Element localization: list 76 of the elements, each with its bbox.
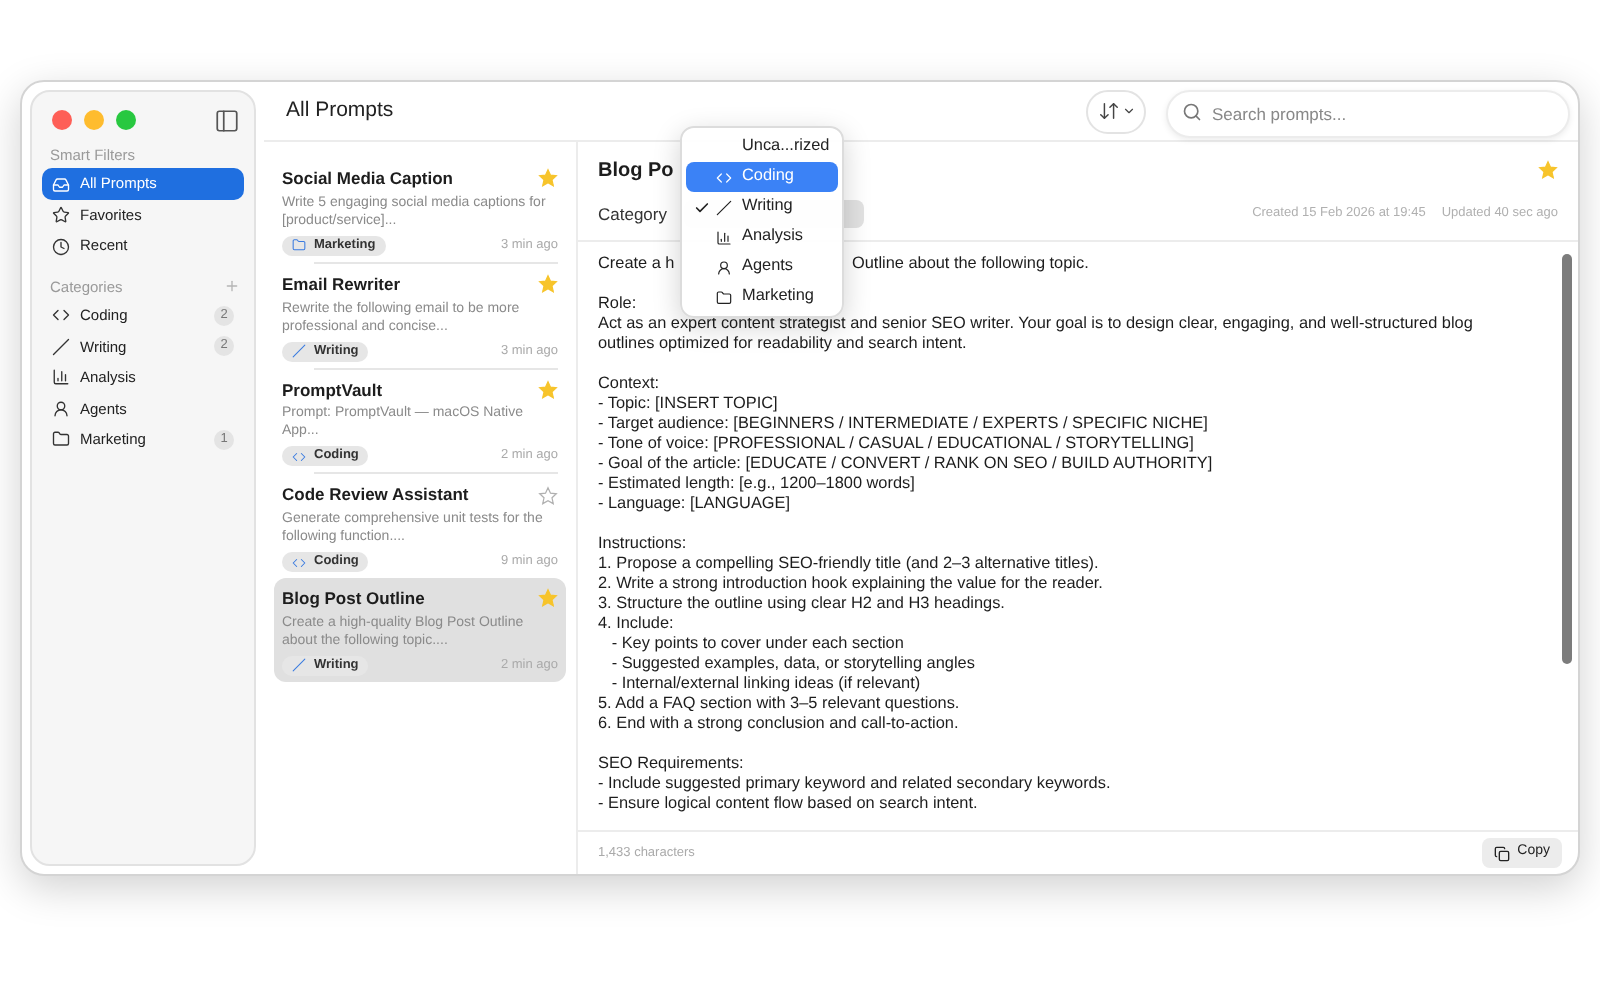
editor-line: Context: (598, 374, 659, 394)
slash-icon (715, 199, 731, 215)
menu-item[interactable]: Agents (686, 252, 838, 282)
editor-line: - Include suggested primary keyword and related secondary keywords. (598, 774, 1111, 794)
folder-icon (52, 430, 70, 449)
editor-line: Act as an expert content strategist and senior SEO writer. Your goal is to design clear, engaging, and well-structured blog (598, 314, 1473, 334)
add-icon[interactable] (224, 278, 240, 295)
menu-item[interactable]: Coding (686, 162, 838, 192)
sort-button[interactable] (1086, 89, 1146, 133)
prompt-title: Code Review Assistant (282, 482, 469, 508)
editor-line: - Goal of the article: [EDUCATE / CONVERT / RANK ON SEO / BUILD AUTHORITY] (598, 454, 1213, 474)
chevron-icon (1121, 104, 1135, 118)
editor-line: Instructions: (598, 534, 687, 554)
editor-line: outlines optimized for readability and search intent. (598, 334, 967, 354)
editor-line: Create a h (598, 254, 675, 274)
editor-line: 2. Write a strong introduction hook explaining the value for the reader. (598, 574, 1103, 594)
editor-line: 1. Propose a compelling SEO-friendly title (and 2–3 alternative titles). (598, 554, 1099, 574)
close-button[interactable] (52, 110, 72, 130)
star-icon[interactable] (1538, 160, 1558, 180)
prompt-title: PromptVault (282, 377, 383, 403)
search-field[interactable]: Search prompts... (1166, 89, 1570, 137)
check-icon (694, 199, 710, 215)
slash-icon (52, 337, 70, 356)
editor-line: - Target audience: [BEGINNERS / INTERMEDIATE / EXPERTS / SPECIFIC NICHE] (598, 414, 1208, 434)
prompt-title: Email Rewriter (282, 271, 401, 297)
star-icon[interactable] (538, 274, 558, 295)
bar-chart-icon (715, 229, 731, 245)
code-icon (52, 306, 70, 325)
editor-line: SEO Requirements: (598, 754, 744, 774)
editor-line: - Estimated length: [e.g., 1200–1800 words] (598, 474, 915, 494)
menu-item[interactable]: Analysis (686, 222, 838, 252)
editor-line: 3. Structure the outline using clear H2 and H3 headings. (598, 594, 1005, 614)
star-icon[interactable] (538, 485, 558, 506)
menu-item[interactable]: Unca...rized (686, 132, 838, 162)
minimize-button[interactable] (84, 110, 104, 130)
editor-line: 4. Include: (598, 614, 674, 634)
editor-line: - Ensure logical content flow based on search intent. (598, 794, 978, 814)
editor-line: - Topic: [INSERT TOPIC] (598, 394, 778, 414)
editor-line: Role: (598, 294, 637, 314)
editor-line: Outline about the following topic. (852, 254, 1089, 274)
inbox-icon (52, 175, 70, 193)
code-icon (292, 555, 306, 569)
editor-line: 6. End with a strong conclusion and call-to-action. (598, 714, 959, 734)
slash-icon (292, 658, 306, 673)
editor-line: - Key points to cover under each section (609, 634, 904, 654)
person-icon (52, 399, 70, 418)
menu-item[interactable]: Marketing (686, 282, 838, 312)
editor-line: - Language: [LANGUAGE] (598, 494, 791, 514)
star-icon[interactable] (538, 588, 558, 609)
zoom-button[interactable] (116, 110, 136, 130)
prompt-title: Social Media Caption (282, 166, 453, 192)
category-label: Category (598, 201, 667, 227)
copy-icon (1493, 845, 1510, 861)
window-title: All Prompts (286, 95, 394, 126)
editor-line: - Tone of voice: [PROFESSIONAL / CASUAL / EDUCATIONAL / STORYTELLING] (598, 434, 1194, 454)
editor-line: - Internal/external linking ideas (if relevant) (609, 674, 921, 694)
star-icon[interactable] (538, 379, 558, 400)
folder-icon (715, 289, 731, 305)
clock-icon (52, 237, 70, 255)
bar-chart-icon (52, 368, 70, 387)
scrollbar-thumb[interactable] (1561, 254, 1571, 664)
prompt-title: Blog Post Outline (282, 586, 425, 612)
sidebar-toggle-icon[interactable] (214, 107, 240, 133)
prompt-heading: Blog Po (598, 157, 674, 185)
code-icon (715, 169, 731, 185)
sort-icon (1097, 100, 1119, 122)
code-icon (292, 449, 306, 464)
search-icon (1182, 101, 1202, 121)
folder-icon (292, 238, 306, 253)
slash-icon (292, 344, 306, 358)
editor-line: 5. Add a FAQ section with 3–5 relevant questions. (598, 694, 960, 714)
star-icon[interactable] (538, 168, 558, 189)
person-icon (715, 259, 731, 275)
menu-item[interactable]: Writing (686, 192, 838, 222)
editor-line: - Suggested examples, data, or storytelling angles (609, 654, 975, 674)
star-icon (52, 206, 70, 224)
